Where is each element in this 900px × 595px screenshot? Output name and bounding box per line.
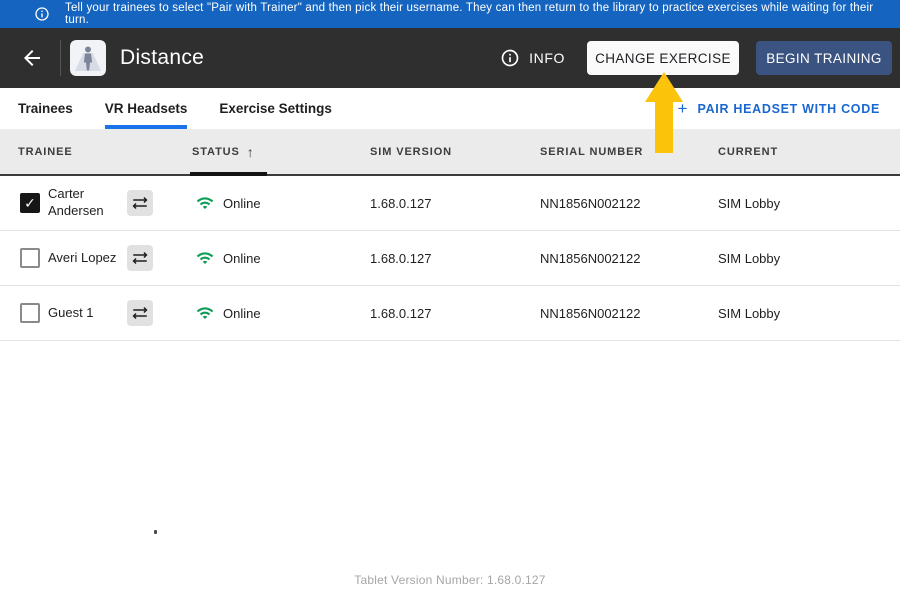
info-button[interactable]: INFO [500,48,565,68]
headset-row: ✓ Guest 1 Online 1.68.0.127 NN1856N00212… [0,286,900,341]
current-cell: SIM Lobby [718,305,781,321]
info-icon [500,48,520,68]
swap-arrows-icon [131,304,149,322]
trainee-cell: ✓ Averi Lopez [18,245,192,271]
status-text: Online [223,195,261,211]
swap-arrows-icon [131,249,149,267]
serial-number-cell: NN1856N002122 [540,250,641,266]
sorted-column-indicator [190,172,267,176]
column-header-sim-version[interactable]: SIM VERSION [370,146,540,158]
tab-label: VR Headsets [104,101,188,116]
column-header-serial-number[interactable]: SERIAL NUMBER [540,146,718,158]
trainee-cell: ✓ Guest 1 [18,300,192,326]
current-cell: SIM Lobby [718,250,781,266]
headset-row: ✓ Carter Andersen Online 1.68.0.127 NN18… [0,176,900,231]
wifi-icon [196,249,214,267]
serial-number-cell: NN1856N002122 [540,305,641,321]
checkmark-icon: ✓ [24,195,36,211]
notification-banner: Tell your trainees to select "Pair with … [0,0,900,28]
sort-ascending-icon: ↑ [246,143,254,160]
wifi-icon [196,304,214,322]
status-cell: Online [192,194,370,212]
swap-trainee-button[interactable] [127,190,153,216]
info-icon [34,6,50,22]
swap-trainee-button[interactable] [127,245,153,271]
table-header-row: TRAINEE STATUS ↑ SIM VERSION SERIAL NUMB… [0,129,900,176]
arrow-back-icon [20,46,44,70]
pair-headset-label: PAIR HEADSET WITH CODE [697,101,880,116]
trainee-name: Guest 1 [48,304,94,320]
trainee-name: Carter Andersen [48,186,104,218]
headset-row: ✓ Averi Lopez Online 1.68.0.127 NN1856N0… [0,231,900,286]
tab-bar: Trainees VR Headsets Exercise Settings +… [0,88,900,129]
tab-label: Trainees [18,101,73,116]
sim-version-cell: 1.68.0.127 [370,195,432,211]
tablet-version-text: Tablet Version Number: 1.68.0.127 [354,573,546,587]
column-header-status[interactable]: STATUS ↑ [192,144,370,160]
swap-arrows-icon [131,194,149,212]
status-cell: Online [192,249,370,267]
info-button-label: INFO [529,50,565,66]
exercise-thumbnail [70,40,106,76]
page-title: Distance [120,46,205,69]
tab-exercise-settings[interactable]: Exercise Settings [203,88,348,129]
pair-headset-with-code-button[interactable]: + PAIR HEADSET WITH CODE [678,88,880,129]
serial-number-cell: NN1856N002122 [540,195,641,211]
status-text: Online [223,305,261,321]
change-exercise-button[interactable]: CHANGE EXERCISE [587,41,739,75]
plus-icon: + [677,99,688,118]
app-bar: Distance INFO CHANGE EXERCISE BEGIN TRAI… [0,28,900,88]
column-header-trainee[interactable]: TRAINEE [18,146,192,158]
back-button[interactable] [18,44,46,72]
status-cell: Online [192,304,370,322]
banner-text: Tell your trainees to select "Pair with … [65,2,874,26]
stray-dot [154,530,157,534]
row-checkbox[interactable]: ✓ [20,248,40,268]
trainee-name: Averi Lopez [48,249,117,265]
tab-trainees[interactable]: Trainees [2,88,89,129]
sim-version-cell: 1.68.0.127 [370,305,432,321]
tab-label: Exercise Settings [219,101,332,116]
tab-vr-headsets[interactable]: VR Headsets [89,88,204,129]
trainee-cell: ✓ Carter Andersen [18,186,192,220]
status-text: Online [223,250,261,266]
column-header-status-label: STATUS [192,145,240,158]
column-header-current[interactable]: CURRENT [718,146,900,158]
row-checkbox[interactable]: ✓ [20,303,40,323]
sim-version-cell: 1.68.0.127 [370,250,432,266]
row-checkbox[interactable]: ✓ [20,193,40,213]
current-cell: SIM Lobby [718,195,781,211]
appbar-divider [60,40,61,76]
swap-trainee-button[interactable] [127,300,153,326]
wifi-icon [196,194,214,212]
begin-training-button[interactable]: BEGIN TRAINING [756,41,892,75]
appbar-actions: INFO CHANGE EXERCISE BEGIN TRAINING [500,41,892,75]
